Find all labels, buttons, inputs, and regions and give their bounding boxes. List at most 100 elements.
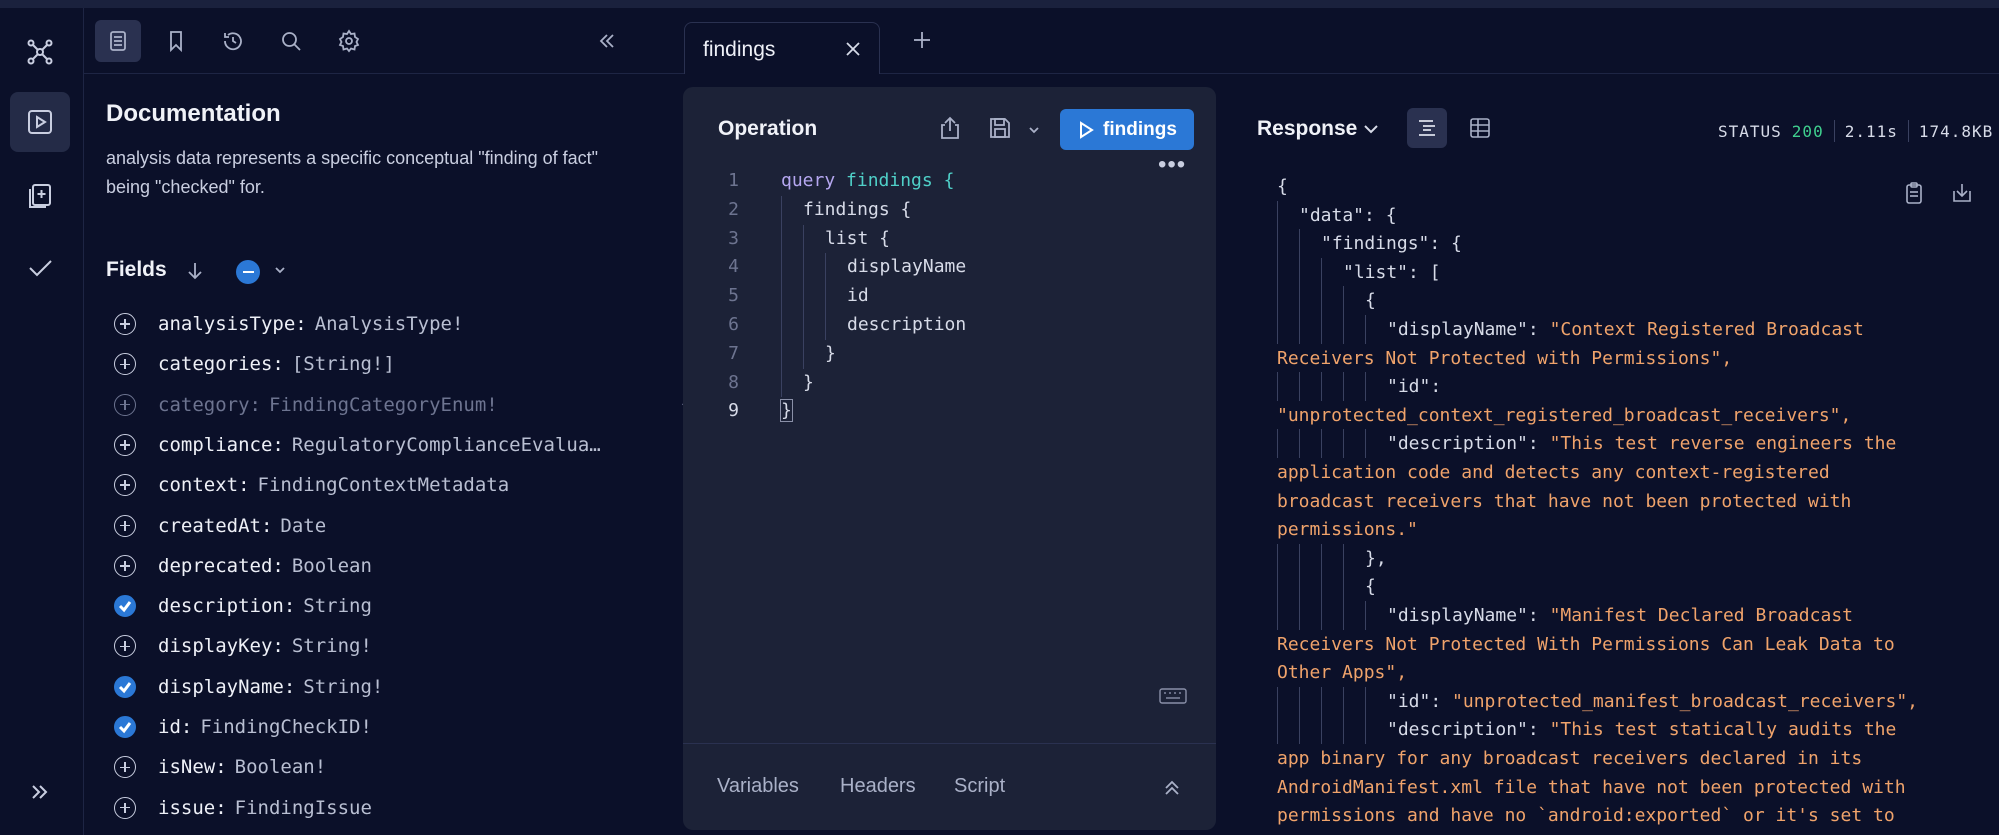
field-name[interactable]: context:: [158, 474, 250, 496]
field-row[interactable]: deprecated: Boolean: [114, 550, 634, 582]
field-row[interactable]: displayName: String!: [114, 671, 634, 703]
field-type[interactable]: FindingCategoryEnum!: [269, 394, 498, 416]
chevron-down-icon[interactable]: [272, 262, 288, 283]
field-row[interactable]: context: FindingContextMetadata: [114, 469, 634, 501]
field-row[interactable]: issue: FindingIssue: [114, 792, 634, 824]
field-row[interactable]: categories: [String!]: [114, 348, 634, 380]
add-circle-icon[interactable]: [114, 353, 136, 376]
keyboard-icon[interactable]: [1159, 687, 1187, 710]
field-type[interactable]: String!: [303, 676, 383, 698]
expand-icon[interactable]: [1161, 777, 1183, 804]
indent-guide: [1365, 686, 1366, 716]
chevrons-right-icon[interactable]: [10, 762, 70, 822]
json-string: "This test statically audits the: [1549, 719, 1897, 741]
history-icon[interactable]: [210, 20, 256, 62]
collapse-all-toggle[interactable]: [236, 260, 260, 284]
check-icon[interactable]: [10, 238, 70, 298]
table-view-icon[interactable]: [1460, 108, 1500, 148]
response-title[interactable]: Response: [1257, 117, 1357, 141]
close-icon[interactable]: [843, 39, 863, 64]
field-name[interactable]: issue:: [158, 797, 227, 819]
graph-icon[interactable]: [10, 22, 70, 82]
checked-circle-icon[interactable]: [114, 595, 136, 618]
field-type[interactable]: FindingIssue: [235, 797, 372, 819]
tab-variables[interactable]: Variables: [717, 775, 799, 798]
docs-icon[interactable]: [95, 20, 141, 62]
search-icon[interactable]: [268, 20, 314, 62]
field-name[interactable]: displayKey:: [158, 635, 284, 657]
field-type[interactable]: [String!]: [292, 353, 395, 375]
checked-circle-icon[interactable]: [114, 716, 136, 738]
code-text: list {: [825, 225, 890, 253]
field-name[interactable]: description:: [158, 595, 295, 617]
field-type[interactable]: RegulatoryComplianceEvalua…: [292, 434, 601, 456]
field-row[interactable]: description: String: [114, 590, 634, 622]
field-name[interactable]: displayName:: [158, 676, 295, 698]
play-icon[interactable]: [10, 92, 70, 152]
field-name[interactable]: deprecated:: [158, 555, 284, 577]
field-type[interactable]: String: [303, 595, 372, 617]
status-code: 200: [1791, 121, 1824, 141]
share-icon[interactable]: [937, 115, 963, 146]
field-type[interactable]: FindingCheckID!: [200, 716, 372, 738]
indent-guide: [1299, 257, 1300, 287]
run-button[interactable]: findings: [1060, 109, 1194, 150]
field-type[interactable]: AnalysisType!: [315, 313, 464, 335]
field-name[interactable]: id:: [158, 716, 192, 738]
field-name[interactable]: categories:: [158, 353, 284, 375]
field-name[interactable]: compliance:: [158, 434, 284, 456]
field-row[interactable]: compliance: RegulatoryComplianceEvalua…: [114, 429, 634, 461]
field-name[interactable]: category:: [158, 394, 261, 416]
chevron-down-icon[interactable]: [1027, 123, 1041, 142]
copy-icon[interactable]: [1902, 181, 1926, 210]
collections-icon[interactable]: [10, 166, 70, 226]
chevron-down-icon[interactable]: [1362, 120, 1380, 143]
tab-script[interactable]: Script: [954, 775, 1005, 798]
sort-arrow-icon[interactable]: [184, 260, 206, 287]
add-tab-icon[interactable]: [912, 30, 932, 55]
download-icon[interactable]: [1950, 181, 1974, 210]
add-circle-icon[interactable]: [114, 474, 136, 497]
collapse-icon[interactable]: [584, 20, 630, 62]
field-row[interactable]: analysisType: AnalysisType!: [114, 308, 634, 340]
indent-guide: [1321, 257, 1322, 287]
settings-icon[interactable]: [326, 20, 372, 62]
add-circle-icon[interactable]: [114, 635, 136, 658]
text-view-icon[interactable]: [1407, 108, 1447, 148]
field-name[interactable]: isNew:: [158, 756, 227, 778]
add-circle-icon[interactable]: [114, 514, 136, 537]
add-circle-icon[interactable]: [114, 393, 136, 416]
indent-guide: [1365, 715, 1366, 745]
add-circle-icon[interactable]: [114, 433, 136, 456]
tab-label: findings: [703, 38, 776, 61]
field-row[interactable]: displayKey: String!: [114, 630, 634, 662]
add-circle-icon[interactable]: [114, 796, 136, 819]
tab-findings[interactable]: findings: [684, 22, 880, 74]
indent-guide: [1343, 286, 1344, 316]
add-circle-icon[interactable]: [114, 313, 136, 335]
field-row[interactable]: createdAt: Date: [114, 510, 634, 542]
bookmark-icon[interactable]: [153, 20, 199, 62]
field-name[interactable]: analysisType:: [158, 313, 307, 335]
add-circle-icon[interactable]: [114, 554, 136, 577]
code-text: description: [847, 311, 966, 339]
code-text: }: [803, 369, 814, 397]
field-type[interactable]: Boolean!: [235, 756, 327, 778]
tab-headers[interactable]: Headers: [840, 775, 916, 798]
save-icon[interactable]: [987, 115, 1013, 146]
field-type[interactable]: Boolean: [292, 555, 372, 577]
field-type[interactable]: String!: [292, 635, 372, 657]
field-type[interactable]: FindingContextMetadata: [258, 474, 510, 496]
left-rail: [0, 8, 84, 835]
indent-guide: [1299, 372, 1300, 402]
field-name[interactable]: createdAt:: [158, 515, 272, 537]
field-type[interactable]: Date: [280, 515, 326, 537]
checked-circle-icon[interactable]: [114, 675, 136, 698]
field-row[interactable]: id: FindingCheckID!: [114, 711, 634, 743]
field-row[interactable]: isNew: Boolean!: [114, 751, 634, 783]
indent-guide: [825, 253, 826, 340]
add-circle-icon[interactable]: [114, 756, 136, 779]
json-string: permissions and have no `android:exporte…: [1277, 805, 1895, 827]
indent-guide: [1343, 715, 1344, 745]
field-row[interactable]: category: FindingCategoryEnum!: [114, 389, 698, 421]
